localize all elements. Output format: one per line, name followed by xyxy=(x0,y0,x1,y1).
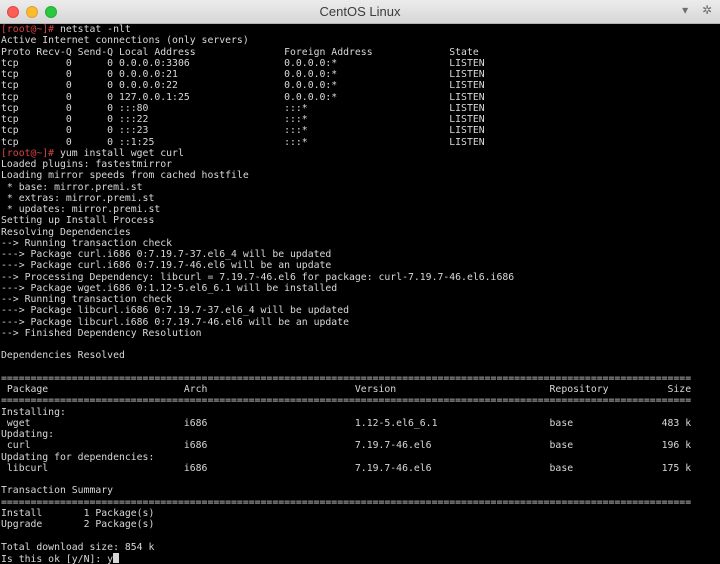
window-title: CentOS Linux xyxy=(319,4,401,19)
netstat-output: Active Internet connections (only server… xyxy=(1,35,485,148)
terminal-output: [root@~]# netstat -nlt Active Internet c… xyxy=(0,24,720,564)
title-bar[interactable]: CentOS Linux ▾ ✲ xyxy=(0,0,720,24)
title-icons: ▾ ✲ xyxy=(672,3,712,17)
shell-prompt: [root@~]# xyxy=(1,147,60,159)
terminal-screen[interactable]: [root@~]# netstat -nlt Active Internet c… xyxy=(0,24,720,564)
shell-prompt: [root@~]# xyxy=(1,24,60,35)
command-netstat: netstat -nlt xyxy=(59,24,131,35)
terminal-cursor xyxy=(113,552,120,563)
terminal-window: CentOS Linux ▾ ✲ [root@~]# netstat -nlt … xyxy=(0,0,720,564)
chevron-down-icon[interactable]: ▾ xyxy=(682,3,688,17)
gear-icon[interactable]: ✲ xyxy=(702,3,712,17)
command-yum: yum install wget curl xyxy=(59,147,184,159)
yum-output: Loaded plugins: fastestmirror Loading mi… xyxy=(1,159,692,564)
